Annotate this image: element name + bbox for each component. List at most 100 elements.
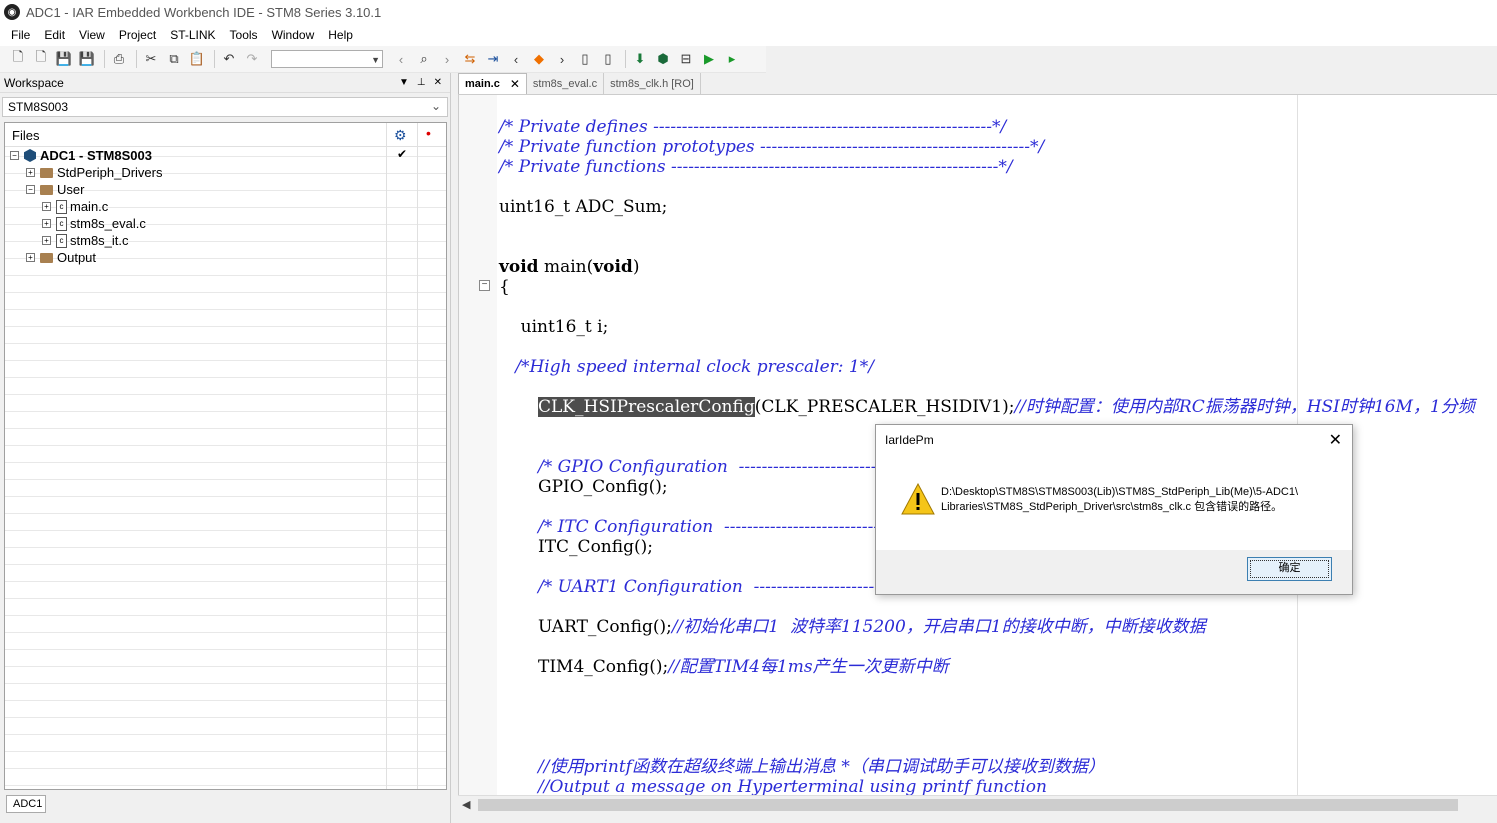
code-line: uint16_t i; xyxy=(499,317,609,337)
scrollbar-thumb[interactable] xyxy=(478,799,1458,811)
close-icon[interactable]: ✕ xyxy=(434,77,442,88)
menu-st-link[interactable]: ST-LINK xyxy=(163,28,222,42)
tree-item-stm8s-eval-c[interactable]: + c stm8s_eval.c xyxy=(42,215,146,232)
close-icon[interactable]: ✕ xyxy=(1329,430,1342,450)
code-comment: //时钟配置：使用内部RC振荡器时钟，HSI时钟16M，1分频 xyxy=(1014,397,1475,417)
new-file-icon[interactable]: 🗋 xyxy=(8,49,28,69)
toolbar-separator xyxy=(214,50,215,68)
run-icon[interactable]: ▸ xyxy=(722,49,742,69)
search-icon[interactable]: ⌕ xyxy=(414,49,434,69)
tree-item-main-c[interactable]: + c main.c xyxy=(42,198,108,215)
files-label: Files xyxy=(12,128,40,143)
expand-icon[interactable]: + xyxy=(26,168,35,177)
c-file-icon: c xyxy=(56,199,67,214)
toggle-bookmark-icon[interactable]: ⇆ xyxy=(460,49,480,69)
print-icon[interactable]: ⎙ xyxy=(109,49,129,69)
collapse-icon[interactable]: − xyxy=(26,185,35,194)
warning-icon xyxy=(901,483,935,515)
folder-icon xyxy=(40,167,53,178)
configuration-value: STM8S003 xyxy=(8,100,69,114)
code-line: void main(void) xyxy=(499,257,639,277)
collapse-icon[interactable]: − xyxy=(10,151,19,160)
workspace-tab-adc1[interactable]: ADC1 xyxy=(6,795,46,813)
tree-item-stm8s-it-c[interactable]: + c stm8s_it.c xyxy=(42,232,129,249)
paste-icon[interactable]: 📋 xyxy=(187,49,207,69)
menu-edit[interactable]: Edit xyxy=(37,28,72,42)
save-icon[interactable]: 💾 xyxy=(54,49,74,69)
tree-item-project[interactable]: − ADC1 - STM8S003 xyxy=(10,147,152,164)
keyword: void xyxy=(593,257,633,277)
file-tree: Files ⚙ • − ADC1 - STM8S003 ✔ + StdPerip… xyxy=(4,122,447,790)
download-icon[interactable]: ⬇ xyxy=(630,49,650,69)
nav-back-icon[interactable]: ‹ xyxy=(391,49,411,69)
nav-forward-icon[interactable]: › xyxy=(437,49,457,69)
column-divider xyxy=(417,123,418,789)
expand-icon[interactable]: + xyxy=(26,253,35,262)
column-divider xyxy=(386,123,387,789)
cut-icon[interactable]: ✂ xyxy=(141,49,161,69)
go-icon[interactable]: ▶ xyxy=(699,49,719,69)
tree-item-output[interactable]: + Output xyxy=(26,249,96,266)
code-line: /* Private functions -------------------… xyxy=(499,157,1013,177)
pin-icon[interactable]: ⊥ xyxy=(417,77,426,88)
dropdown-icon[interactable]: ▼ xyxy=(399,77,409,88)
scroll-left-icon[interactable]: ◀ xyxy=(462,798,470,811)
menu-help[interactable]: Help xyxy=(321,28,360,42)
close-tab-icon[interactable]: ✕ xyxy=(510,77,520,91)
chevron-down-icon[interactable]: ▼ xyxy=(371,52,380,68)
menu-file[interactable]: File xyxy=(4,28,37,42)
code-line: /* Private defines ---------------------… xyxy=(499,117,1007,137)
redo-icon[interactable]: ↷ xyxy=(242,49,262,69)
save-all-icon[interactable]: 💾 xyxy=(77,49,97,69)
selected-text: CLK_HSIPrescalerConfig xyxy=(538,397,755,417)
prev-icon[interactable]: ‹ xyxy=(506,49,526,69)
expand-icon[interactable]: + xyxy=(42,202,51,211)
tab-stm8s-clk-h[interactable]: stm8s_clk.h [RO] xyxy=(604,73,701,94)
breakpoint-dot-icon[interactable]: • xyxy=(426,125,431,141)
tree-item-label: main.c xyxy=(70,199,109,214)
horizontal-scrollbar[interactable]: ◀ xyxy=(458,795,1497,814)
menu-view[interactable]: View xyxy=(72,28,112,42)
expand-icon[interactable]: + xyxy=(42,219,51,228)
undo-icon[interactable]: ↶ xyxy=(219,49,239,69)
expand-icon[interactable]: + xyxy=(42,236,51,245)
tree-item-stdperiph-drivers[interactable]: + StdPeriph_Drivers xyxy=(26,164,163,181)
new-file-2-icon[interactable]: 🗋 xyxy=(31,49,51,69)
code-line: TIM4_Config();//配置TIM4每1ms产生一次更新中断 xyxy=(538,657,949,677)
next-icon[interactable]: › xyxy=(552,49,572,69)
workspace-panel: Workspace ▼ ⊥ ✕ STM8S003 ⌄ Files ⚙ • − A… xyxy=(0,73,451,823)
indent-icon[interactable]: ⇥ xyxy=(483,49,503,69)
fold-collapse-icon[interactable]: − xyxy=(479,280,490,291)
code-comment: //初始化串口1 波特率115200，开启串口1的接收中断，中断接收数据 xyxy=(671,617,1206,637)
toggle-breakpoint-icon[interactable]: ⊟ xyxy=(676,49,696,69)
title-bar: ◉ ADC1 - IAR Embedded Workbench IDE - ST… xyxy=(0,0,1497,24)
configuration-select[interactable]: STM8S003 ⌄ xyxy=(2,97,448,117)
toolbar: 🗋 🗋 💾 💾 ⎙ ✂ ⧉ 📋 ↶ ↷ ▼ ‹ ⌕ › ⇆ ⇥ ‹ ◆ › ▯ … xyxy=(0,46,766,73)
gear-icon[interactable]: ⚙ xyxy=(394,127,407,144)
tab-stm8s-eval-c[interactable]: stm8s_eval.c xyxy=(527,73,605,94)
window-title: ADC1 - IAR Embedded Workbench IDE - STM8… xyxy=(26,4,382,20)
chevron-down-icon[interactable]: ⌄ xyxy=(431,99,441,113)
dialog-body: D:\Desktop\STM8S\STM8S003(Lib)\STM8S_Std… xyxy=(876,455,1352,550)
make-icon[interactable]: ▯ xyxy=(598,49,618,69)
ok-button[interactable]: 确定 xyxy=(1247,557,1332,581)
copy-icon[interactable]: ⧉ xyxy=(164,49,184,69)
menu-project[interactable]: Project xyxy=(112,28,163,42)
tree-item-user[interactable]: − User xyxy=(26,181,84,198)
search-combo[interactable]: ▼ xyxy=(271,50,383,68)
workspace-title: Workspace xyxy=(4,75,64,90)
dialog-title: IarIdePm xyxy=(885,433,934,447)
code-line: GPIO_Config(); xyxy=(538,477,668,497)
breakpoint-icon[interactable]: ◆ xyxy=(529,49,549,69)
folder-icon xyxy=(40,252,53,263)
c-file-icon: c xyxy=(56,216,67,231)
code-line: uint16_t ADC_Sum; xyxy=(499,197,668,217)
code-text: UART_Config(); xyxy=(538,617,672,637)
tab-main-c[interactable]: main.c ✕ xyxy=(458,73,527,94)
menu-tools[interactable]: Tools xyxy=(223,28,265,42)
tree-item-label: ADC1 - STM8S003 xyxy=(40,148,152,163)
compile-icon[interactable]: ▯ xyxy=(575,49,595,69)
checkmark-icon: ✔ xyxy=(397,147,408,161)
debug-icon[interactable]: ⬢ xyxy=(653,49,673,69)
menu-window[interactable]: Window xyxy=(265,28,322,42)
